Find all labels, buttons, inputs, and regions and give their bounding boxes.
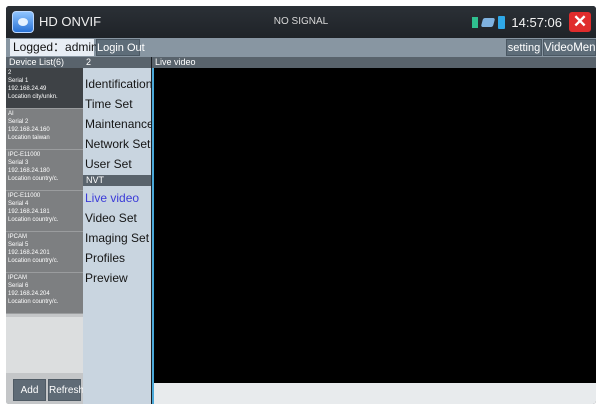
device-list-panel: Device List(6) 2 Serial 1 192.168.24.49 …	[6, 57, 84, 404]
device-ip: 192.168.24.201	[8, 250, 50, 256]
device-serial: Serial 5	[8, 242, 29, 248]
device-location: Location taiwan	[8, 135, 50, 141]
menu-item-video-set[interactable]: Video Set	[85, 208, 151, 228]
device-item[interactable]: 2 Serial 1 192.168.24.49 Location city/u…	[6, 68, 83, 109]
device-name: IPC-E11000	[8, 193, 41, 199]
refresh-button[interactable]: Refresh	[48, 379, 84, 401]
title-bar: HD ONVIF NO SIGNAL 14:57:06 ✕	[6, 6, 596, 38]
video-menu-button[interactable]: VideoMenu	[543, 39, 596, 56]
signal-strength-icon	[472, 16, 479, 28]
app-window: HD ONVIF NO SIGNAL 14:57:06 ✕ Logged：adm…	[6, 6, 596, 404]
login-bar: Logged：admin Login Out setting VideoMenu	[6, 38, 596, 57]
device-name: 2	[8, 70, 12, 76]
device-serial: Serial 6	[8, 283, 29, 289]
device-item[interactable]: AI Serial 2 192.168.24.160 Location taiw…	[6, 109, 83, 150]
device-ip: 192.168.24.49	[8, 86, 47, 92]
device-ip: 192.168.24.180	[8, 168, 50, 174]
device-name: IPCAM	[8, 234, 28, 240]
menu-item-imaging-set[interactable]: Imaging Set	[85, 228, 151, 248]
logged-user-label: Logged：admin	[10, 39, 98, 56]
live-video-header: Live video	[152, 57, 596, 68]
device-name: IPCAM	[8, 275, 28, 281]
device-ip: 192.168.24.181	[8, 209, 50, 215]
device-item[interactable]: IPCAM Serial 6 192.168.24.204 Location c…	[6, 273, 83, 314]
device-list-footer: Add Refresh	[6, 373, 84, 404]
menu-item-identification[interactable]: Identification	[85, 74, 152, 94]
login-out-button[interactable]: Login Out	[96, 39, 145, 56]
device-menu-panel: 2 Identification Time Set Maintenance Ne…	[83, 57, 154, 404]
device-ip: 192.168.24.204	[8, 291, 50, 297]
menu-item-network-set[interactable]: Network Set	[85, 134, 151, 154]
status-area: 14:57:06	[472, 14, 562, 30]
device-list-header: Device List(6)	[6, 57, 83, 68]
setting-button[interactable]: setting	[506, 39, 542, 56]
menu-item-live-video[interactable]: Live video	[85, 188, 151, 208]
device-serial: Serial 1	[8, 78, 29, 84]
add-device-button[interactable]: Add	[13, 379, 46, 401]
clock: 14:57:06	[511, 14, 562, 30]
device-location: Location country/c.	[8, 258, 59, 264]
device-item[interactable]: IPC-E11000 Serial 3 192.168.24.180 Locat…	[6, 150, 83, 191]
menu-item-user-set[interactable]: User Set	[85, 154, 151, 174]
device-location: Location country/c.	[8, 217, 59, 223]
usb-icon	[481, 17, 496, 27]
menu-item-time-set[interactable]: Time Set	[85, 94, 151, 114]
device-location: Location country/c.	[8, 299, 59, 305]
device-location: Location country/c.	[8, 176, 59, 182]
device-serial: Serial 3	[8, 160, 29, 166]
menu-item-preview[interactable]: Preview	[85, 268, 151, 288]
menu-item-profiles[interactable]: Profiles	[85, 248, 151, 268]
device-serial: Serial 2	[8, 119, 29, 125]
device-list-empty-area	[6, 317, 83, 373]
device-location: Location city/unkn.	[8, 94, 58, 100]
video-status-bar	[152, 383, 596, 404]
device-item[interactable]: IPCAM Serial 5 192.168.24.201 Location c…	[6, 232, 83, 273]
device-ip: 192.168.24.160	[8, 127, 50, 133]
device-item[interactable]: IPC-E11000 Serial 4 192.168.24.181 Locat…	[6, 191, 83, 232]
device-name: AI	[8, 111, 14, 117]
menu-item-maintenance[interactable]: Maintenance	[85, 114, 154, 134]
device-name: IPC-E11000	[8, 152, 41, 158]
menu-header: 2	[83, 57, 151, 68]
live-video-view[interactable]	[152, 68, 596, 383]
close-icon[interactable]: ✕	[569, 12, 591, 32]
battery-icon	[498, 15, 506, 29]
menu-section-nvt: NVT	[83, 175, 151, 186]
device-serial: Serial 4	[8, 201, 29, 207]
